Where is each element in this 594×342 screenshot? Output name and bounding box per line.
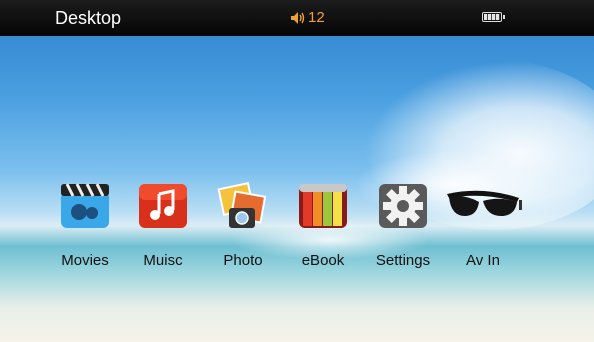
app-ebook[interactable]: eBook bbox=[278, 180, 368, 269]
page-title: Desktop bbox=[55, 8, 122, 28]
app-label: Movies bbox=[61, 252, 109, 269]
app-movies[interactable]: Movies bbox=[40, 180, 130, 269]
volume-indicator[interactable]: 12 bbox=[290, 9, 325, 26]
gear-icon bbox=[377, 180, 429, 232]
app-label: Muisc bbox=[143, 252, 183, 269]
sunglasses-icon bbox=[443, 180, 523, 232]
book-spines-icon bbox=[297, 180, 349, 232]
app-label: eBook bbox=[301, 252, 345, 269]
battery-full-icon bbox=[482, 12, 505, 22]
movie-clapper-icon bbox=[59, 180, 111, 232]
desktop-screen: Desktop 12 Movies Muisc Photo eBook Sett… bbox=[0, 0, 594, 342]
app-av-in[interactable]: Av In bbox=[438, 180, 528, 269]
app-music[interactable]: Muisc bbox=[118, 180, 208, 269]
app-grid: Movies Muisc Photo eBook Settings Av In bbox=[50, 180, 590, 280]
app-label: Av In bbox=[466, 252, 500, 269]
photo-stack-icon bbox=[217, 180, 269, 232]
music-note-icon bbox=[137, 180, 189, 232]
app-photo[interactable]: Photo bbox=[198, 180, 288, 269]
app-label: Photo bbox=[223, 252, 263, 269]
status-bar: Desktop 12 bbox=[0, 0, 594, 36]
app-settings[interactable]: Settings bbox=[358, 180, 448, 269]
speaker-icon bbox=[291, 11, 305, 24]
volume-level: 12 bbox=[308, 9, 325, 26]
app-label: Settings bbox=[375, 252, 431, 269]
